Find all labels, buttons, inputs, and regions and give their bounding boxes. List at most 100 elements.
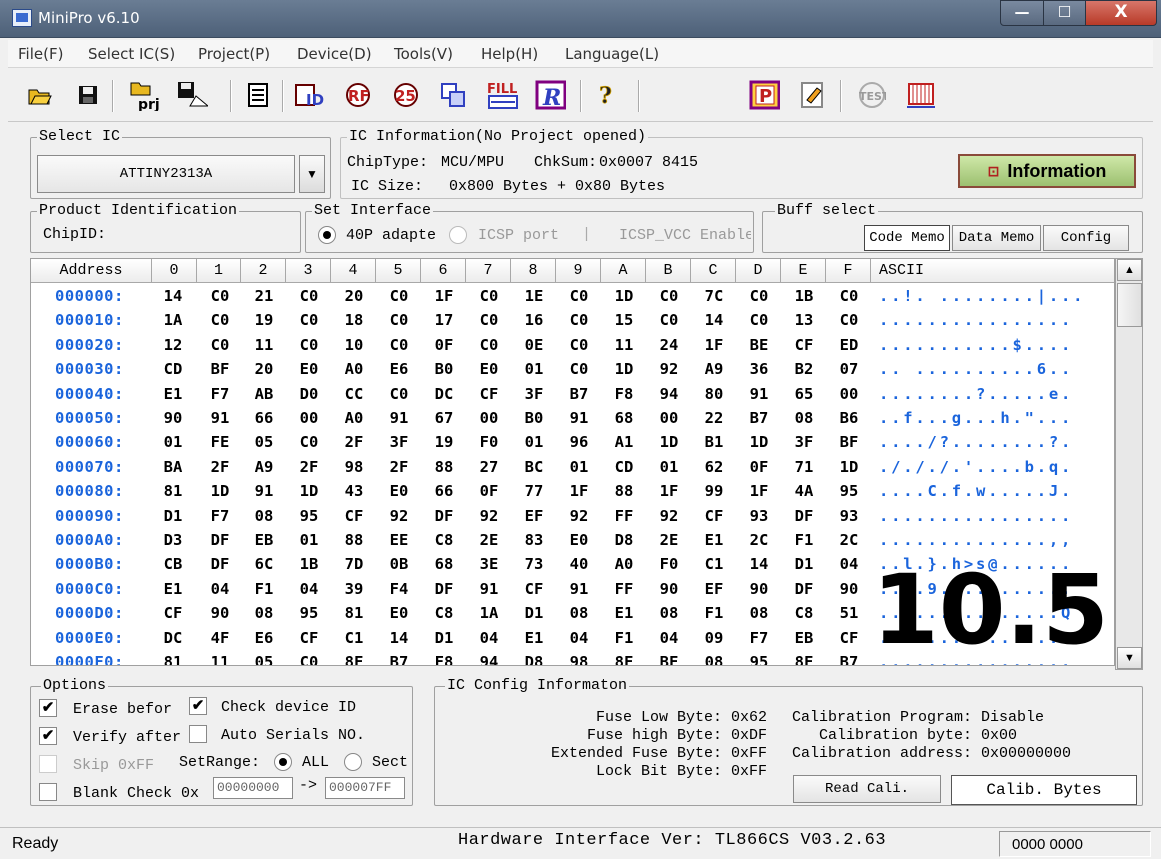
hex-byte[interactable]: 91	[564, 580, 594, 598]
hex-byte[interactable]: 24	[654, 336, 684, 354]
table-row[interactable]: 000040: E1 F7 AB D0 CC C0 DC CF 3F B7 F8 94 80 91 65 00.…	[31, 385, 1114, 409]
hex-byte[interactable]: 04	[205, 580, 235, 598]
hex-byte[interactable]: 04	[834, 555, 864, 573]
hex-byte[interactable]: 09	[699, 629, 729, 647]
hex-byte[interactable]: DC	[429, 385, 459, 403]
hex-byte[interactable]: 08	[249, 507, 279, 525]
read-id-icon[interactable]: ID	[294, 79, 326, 111]
hex-byte[interactable]: 1D	[294, 482, 324, 500]
hex-byte[interactable]: CD	[609, 458, 639, 476]
minimize-button[interactable]: —	[1000, 0, 1044, 26]
hex-byte[interactable]: E1	[609, 604, 639, 622]
program-p-icon[interactable]: P	[748, 79, 780, 111]
hex-byte[interactable]: 1B	[294, 555, 324, 573]
hex-byte[interactable]: FF	[609, 580, 639, 598]
hex-byte[interactable]: C0	[384, 336, 414, 354]
hex-byte[interactable]: 14	[384, 629, 414, 647]
hex-byte[interactable]: 66	[249, 409, 279, 427]
hex-byte[interactable]: C0	[205, 336, 235, 354]
hex-byte[interactable]: C1	[699, 555, 729, 573]
hex-byte[interactable]: C0	[474, 287, 504, 305]
hex-byte[interactable]: F8	[609, 385, 639, 403]
scroll-up-icon[interactable]: ▲	[1117, 259, 1142, 281]
hex-byte[interactable]: BF	[205, 360, 235, 378]
chip-test-icon[interactable]	[904, 79, 936, 111]
hex-byte[interactable]: 00	[654, 409, 684, 427]
hex-byte[interactable]: 94	[474, 653, 504, 665]
hex-byte[interactable]: 08	[654, 604, 684, 622]
save-icon[interactable]	[72, 79, 104, 111]
hex-byte[interactable]: BF	[654, 653, 684, 665]
hex-byte[interactable]: 14	[158, 287, 188, 305]
hex-byte[interactable]: DC	[158, 629, 188, 647]
hex-byte[interactable]: E0	[384, 482, 414, 500]
hex-byte[interactable]: C1	[339, 629, 369, 647]
hex-byte[interactable]: 68	[429, 555, 459, 573]
hex-byte[interactable]: 07	[834, 360, 864, 378]
hex-byte[interactable]: 96	[564, 433, 594, 451]
hex-byte[interactable]: CF	[834, 629, 864, 647]
hex-byte[interactable]: E0	[474, 360, 504, 378]
hex-byte[interactable]: 73	[519, 555, 549, 573]
hex-byte[interactable]: A9	[699, 360, 729, 378]
hex-byte[interactable]: 21	[249, 287, 279, 305]
hex-byte[interactable]: 51	[834, 604, 864, 622]
hex-byte[interactable]: EE	[384, 531, 414, 549]
hex-byte[interactable]: 22	[699, 409, 729, 427]
hex-byte[interactable]: 67	[429, 409, 459, 427]
project-icon[interactable]: prj	[128, 79, 160, 111]
hex-byte[interactable]: C0	[744, 287, 774, 305]
hex-byte[interactable]: 40	[564, 555, 594, 573]
hex-byte[interactable]: 92	[654, 507, 684, 525]
help-icon[interactable]: ?	[590, 79, 622, 111]
hex-byte[interactable]: C0	[834, 287, 864, 305]
hex-byte[interactable]: C0	[294, 287, 324, 305]
hex-byte[interactable]: F7	[205, 385, 235, 403]
hex-byte[interactable]: DF	[789, 580, 819, 598]
hex-byte[interactable]: 91	[384, 409, 414, 427]
hex-byte[interactable]: AB	[249, 385, 279, 403]
menu-project[interactable]: Project(P)	[198, 45, 270, 63]
hex-byte[interactable]: 1B	[789, 287, 819, 305]
hex-byte[interactable]: 1F	[654, 482, 684, 500]
hex-byte[interactable]: 08	[564, 604, 594, 622]
hex-byte[interactable]: C0	[384, 287, 414, 305]
hex-byte[interactable]: D0	[294, 385, 324, 403]
hex-byte[interactable]: F1	[699, 604, 729, 622]
hex-byte[interactable]: CD	[158, 360, 188, 378]
program-r-icon[interactable]: R	[534, 79, 566, 111]
verify-checkbox[interactable]: ✔	[39, 727, 57, 745]
hex-byte[interactable]: 3F	[384, 433, 414, 451]
hex-byte[interactable]: A0	[609, 555, 639, 573]
hex-byte[interactable]: 2F	[339, 433, 369, 451]
hex-byte[interactable]: C0	[564, 287, 594, 305]
tab-data-memo[interactable]: Data Memo	[952, 225, 1041, 251]
menu-select-ic[interactable]: Select IC(S)	[88, 45, 175, 63]
hex-byte[interactable]: 81	[158, 653, 188, 665]
hex-byte[interactable]: 15	[609, 311, 639, 329]
hex-byte[interactable]: 7D	[339, 555, 369, 573]
hex-byte[interactable]: B0	[429, 360, 459, 378]
hex-byte[interactable]: 2C	[744, 531, 774, 549]
close-button[interactable]: X	[1085, 0, 1157, 26]
hex-byte[interactable]: 11	[249, 336, 279, 354]
hex-byte[interactable]: 77	[519, 482, 549, 500]
hex-byte[interactable]: EF	[699, 580, 729, 598]
table-row[interactable]: 000010: 1A C0 19 C0 18 C0 17 C0 16 C0 15 C0 14 C0 13 C0.…	[31, 311, 1114, 335]
hex-byte[interactable]: 2F	[294, 458, 324, 476]
radio-40p[interactable]	[318, 226, 336, 244]
hex-byte[interactable]: 01	[519, 433, 549, 451]
hex-byte[interactable]: 8F	[339, 653, 369, 665]
hex-byte[interactable]: 1A	[158, 311, 188, 329]
check-id-checkbox[interactable]: ✔	[189, 697, 207, 715]
hex-byte[interactable]: CF	[519, 580, 549, 598]
hex-byte[interactable]: DF	[205, 531, 235, 549]
hex-byte[interactable]: 1D	[609, 360, 639, 378]
hex-byte[interactable]: 08	[789, 409, 819, 427]
hex-byte[interactable]: 0F	[429, 336, 459, 354]
hex-byte[interactable]: 1F	[699, 336, 729, 354]
menu-file[interactable]: File(F)	[18, 45, 63, 63]
hex-byte[interactable]: ED	[834, 336, 864, 354]
hex-byte[interactable]: 1F	[564, 482, 594, 500]
hex-byte[interactable]: 2E	[474, 531, 504, 549]
